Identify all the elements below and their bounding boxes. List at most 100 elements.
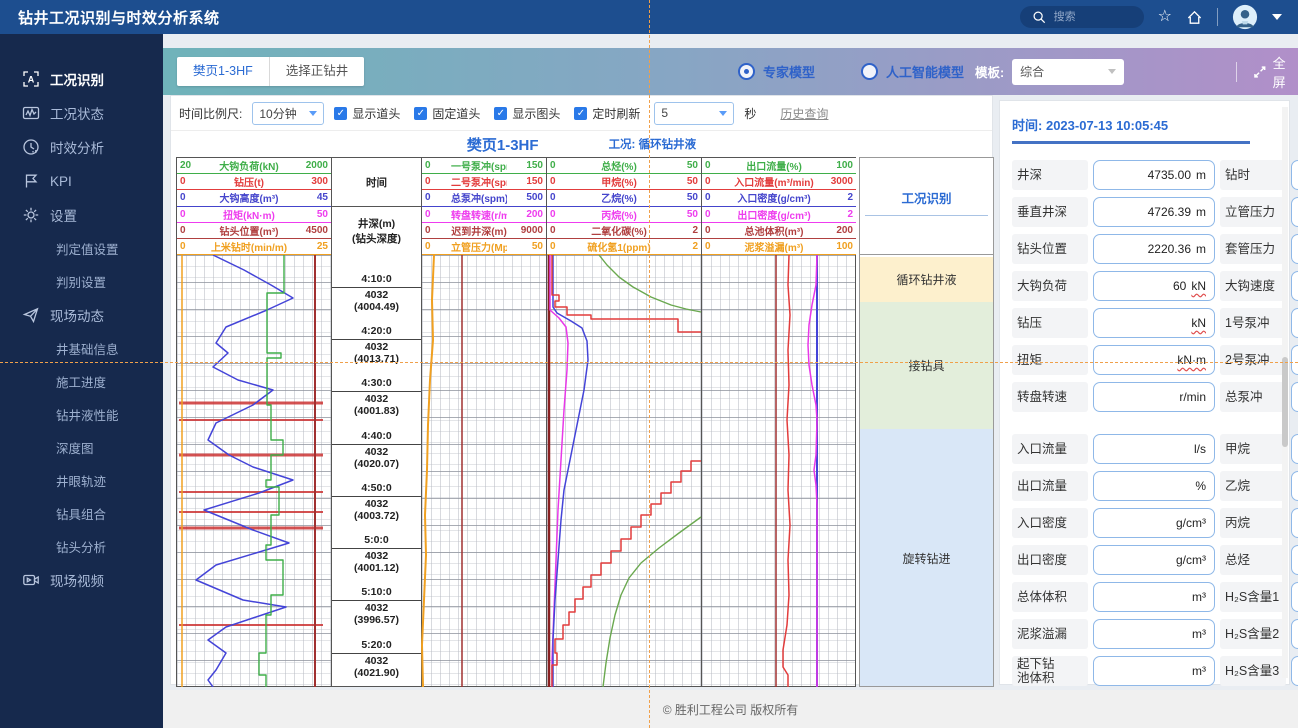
checkbox-checked-icon: ✓ [494, 106, 508, 120]
param-input-大钩速度[interactable]: m/s [1291, 271, 1298, 301]
sidebar-item-label: 判别设置 [56, 276, 107, 290]
scrollbar[interactable] [1282, 107, 1288, 678]
radio-ring [738, 63, 755, 80]
sidebar-item-KPI[interactable]: KPI [0, 164, 163, 198]
param-label-出口流量: 出口流量 [1012, 471, 1088, 501]
bit-depth-value: (4020.07) [354, 458, 399, 470]
sidebar-item-钻头分析[interactable]: 钻头分析 [0, 530, 163, 563]
scrollbar-thumb[interactable] [1282, 357, 1288, 447]
sidebar-item-判定值设置[interactable]: 判定值设置 [0, 232, 163, 265]
param-input-1号泵冲[interactable]: 22st/min [1291, 308, 1298, 338]
sidebar-item-label: 现场动态 [50, 309, 104, 324]
history-query-link[interactable]: 历史查询 [780, 105, 828, 122]
track-header-row: 0 扭矩(kN·m) 50 [177, 207, 331, 223]
checkbox-显示道头[interactable]: ✓ 显示道头 [334, 105, 400, 122]
param-input-扭矩[interactable]: kN·m [1093, 345, 1215, 375]
scale-min: 0 [705, 240, 711, 252]
depth-value: 4032 [364, 498, 389, 510]
param-input-H₂S含量1[interactable]: % [1291, 582, 1298, 612]
sidebar-item-现场动态[interactable]: 现场动态 [0, 298, 163, 332]
checkbox-固定道头[interactable]: ✓ 固定道头 [414, 105, 480, 122]
scale-min: 0 [425, 160, 431, 172]
scale-max: 300 [311, 176, 328, 188]
param-label-垂直井深: 垂直井深 [1012, 197, 1088, 227]
track-header-row: 0 钻头位置(m³) 4500 [177, 223, 331, 239]
clock-icon [22, 138, 40, 156]
sidebar-item-施工进度[interactable]: 施工进度 [0, 365, 163, 398]
param-label-大钩速度: 大钩速度 [1220, 271, 1286, 301]
param-input-泥浆溢漏[interactable]: m³ [1093, 619, 1215, 649]
param-input-套管压力[interactable]: MPa [1291, 234, 1298, 264]
sidebar-item-井眼轨迹[interactable]: 井眼轨迹 [0, 464, 163, 497]
param-input-入口密度[interactable]: g/cm³ [1093, 508, 1215, 538]
sidebar-item-判别设置[interactable]: 判别设置 [0, 265, 163, 298]
time-scale-select[interactable]: 10分钟 [252, 101, 325, 125]
param-input-H₂S含量2[interactable]: % [1291, 619, 1298, 649]
param-input-立管压力[interactable]: MPa [1291, 197, 1298, 227]
radio-label: 人工智能模型 [886, 65, 965, 80]
param-input-总烃[interactable]: % [1291, 545, 1298, 575]
param-input-井深[interactable]: 4735.00 m [1093, 160, 1215, 190]
param-label-钻时: 钻时 [1220, 160, 1286, 190]
curve-label: 二号泵冲(spm) [451, 178, 507, 190]
tab-选择正钻井[interactable]: 选择正钻井 [269, 57, 365, 86]
home-icon[interactable] [1186, 9, 1203, 26]
param-input-2号泵冲[interactable]: st/min [1291, 345, 1298, 375]
sidebar-item-深度图[interactable]: 深度图 [0, 431, 163, 464]
tab-樊页1-3HF[interactable]: 樊页1-3HF [177, 57, 270, 86]
checkbox-label: 显示图头 [512, 106, 561, 121]
sidebar-item-井基础信息[interactable]: 井基础信息 [0, 332, 163, 365]
param-input-钻时[interactable]: min/m [1291, 160, 1298, 190]
param-input-甲烷[interactable]: % [1291, 434, 1298, 464]
search-input[interactable] [1051, 10, 1126, 24]
checkbox-label: 固定道头 [432, 106, 481, 121]
template-label: 模板: [975, 66, 1005, 80]
param-input-H₂S含量3[interactable]: % [1291, 656, 1298, 686]
sidebar-item-工况识别[interactable]: A 工况识别 [0, 62, 163, 96]
sidebar-item-label: 钻具组合 [56, 508, 107, 522]
param-input-钻头位置[interactable]: 2220.36 m [1093, 234, 1215, 264]
sidebar-item-钻具组合[interactable]: 钻具组合 [0, 497, 163, 530]
model-radios: 专家模型 人工智能模型 [738, 48, 964, 95]
sidebar-item-工况状态[interactable]: 工况状态 [0, 96, 163, 130]
template-select[interactable]: 综合 [1012, 58, 1125, 85]
search-box[interactable] [1019, 6, 1144, 28]
caret-down-icon[interactable] [1272, 14, 1282, 20]
param-input-乙烷[interactable]: % [1291, 471, 1298, 501]
scale-max: 200 [526, 208, 543, 220]
param-input-垂直井深[interactable]: 4726.39 m [1093, 197, 1215, 227]
param-input-钻压[interactable]: kN [1093, 308, 1215, 338]
sidebar-item-设置[interactable]: 设置 [0, 198, 163, 232]
track-header-row: 0 大钩高度(m³) 45 [177, 190, 331, 207]
fullscreen-button[interactable]: 全屏 [1253, 48, 1298, 95]
param-input-丙烷[interactable]: % [1291, 508, 1298, 538]
sidebar-item-时效分析[interactable]: 时效分析 [0, 130, 163, 164]
param-input-大钩负荷[interactable]: 60 kN [1093, 271, 1215, 301]
param-input-出口密度[interactable]: g/cm³ [1093, 545, 1215, 575]
radio-人工智能模型[interactable]: 人工智能模型 [861, 62, 964, 81]
scale-min: 0 [550, 208, 556, 220]
param-input-转盘转速[interactable]: r/min [1093, 382, 1215, 412]
checkbox-定时刷新[interactable]: ✓ 定时刷新 [574, 105, 640, 122]
checkbox-显示图头[interactable]: ✓ 显示图头 [494, 105, 560, 122]
time-depth-label: 5:0:0 4032 (4001.12) [332, 534, 421, 574]
param-input-总泵冲[interactable]: st/min [1291, 382, 1298, 412]
scale-max: 150 [526, 160, 543, 172]
sidebar-item-钻井液性能[interactable]: 钻井液性能 [0, 398, 163, 431]
param-input-出口流量[interactable]: % [1093, 471, 1215, 501]
param-input-入口流量[interactable]: l/s [1093, 434, 1215, 464]
seconds-label: 秒 [744, 106, 757, 121]
time-tick: 5:10:0 [332, 586, 421, 601]
param-input-起下钻池体积[interactable]: m³ [1093, 656, 1215, 686]
param-input-总体体积[interactable]: m³ [1093, 582, 1215, 612]
curve-label: 硫化氢1(ppm) [587, 242, 651, 254]
sidebar-item-现场视频[interactable]: 现场视频 [0, 563, 163, 597]
radio-专家模型[interactable]: 专家模型 [738, 62, 815, 81]
star-icon[interactable]: ☆ [1158, 9, 1172, 25]
avatar[interactable] [1232, 4, 1258, 30]
scale-max: 2000 [305, 160, 328, 172]
track-header-1: 20 大钩负荷(kN) 2000 0 钻压(t) 300 0 大钩高度(m³) 45 0 扭矩(kN… [176, 157, 331, 256]
refresh-interval-select[interactable]: 5 [654, 101, 735, 125]
plot-track-3 [546, 255, 701, 687]
scale-min: 0 [180, 240, 186, 252]
